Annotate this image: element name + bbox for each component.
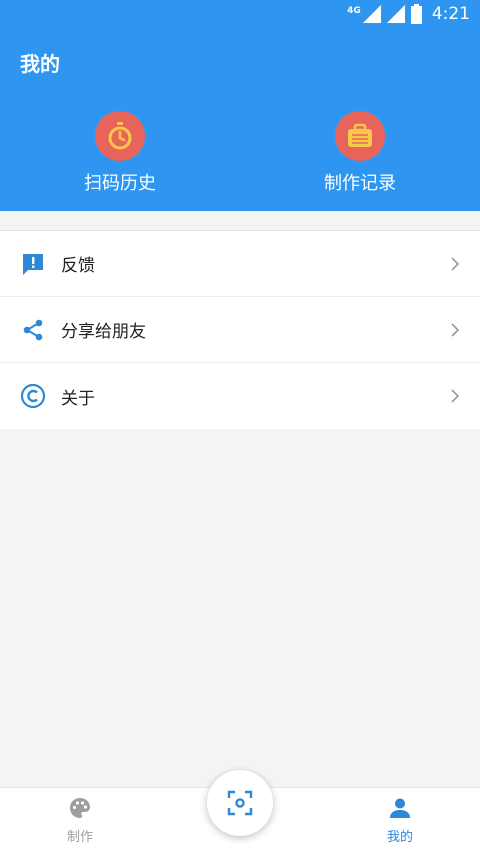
page-title: 我的 [20,52,60,76]
battery-icon [410,4,422,24]
chevron-right-icon [451,256,460,271]
feedback-icon [20,251,46,277]
signal-icon [386,5,405,23]
menu-item-feedback[interactable]: 反馈 [0,231,480,297]
scan-button[interactable] [207,770,273,836]
menu-item-about[interactable]: 关于 [0,363,480,429]
status-icons: 4G 4:21 [347,4,470,24]
header: 4G 4:21 我的 扫码历史 制作记录 [0,0,480,211]
menu-item-label: 分享给朋友 [61,322,146,342]
briefcase-icon [335,111,385,161]
chevron-right-icon [451,322,460,337]
status-time: 4:21 [431,4,470,24]
shortcut-label: 扫码历史 [84,173,156,194]
person-icon [390,798,410,818]
tab-mine[interactable]: 我的 [360,796,440,845]
menu-list: 反馈 分享给朋友 关于 [0,230,480,429]
menu-item-label: 关于 [61,388,95,409]
shortcut-label: 制作记录 [324,173,396,194]
scan-history-shortcut[interactable]: 扫码历史 [60,111,180,195]
copyright-icon [20,383,46,409]
tab-label: 制作 [66,830,93,845]
share-icon [20,317,46,343]
scan-icon [227,790,253,816]
make-record-shortcut[interactable]: 制作记录 [300,111,420,195]
tab-label: 我的 [386,830,413,845]
menu-item-label: 反馈 [61,256,95,276]
signal-icon [362,5,381,23]
menu-item-share[interactable]: 分享给朋友 [0,297,480,363]
stopwatch-icon [95,111,145,161]
chevron-right-icon [451,389,460,403]
tab-make[interactable]: 制作 [40,796,120,845]
status-bar: 4G 4:21 [0,0,480,30]
network-label: 4G [347,6,361,16]
palette-icon [70,798,90,818]
